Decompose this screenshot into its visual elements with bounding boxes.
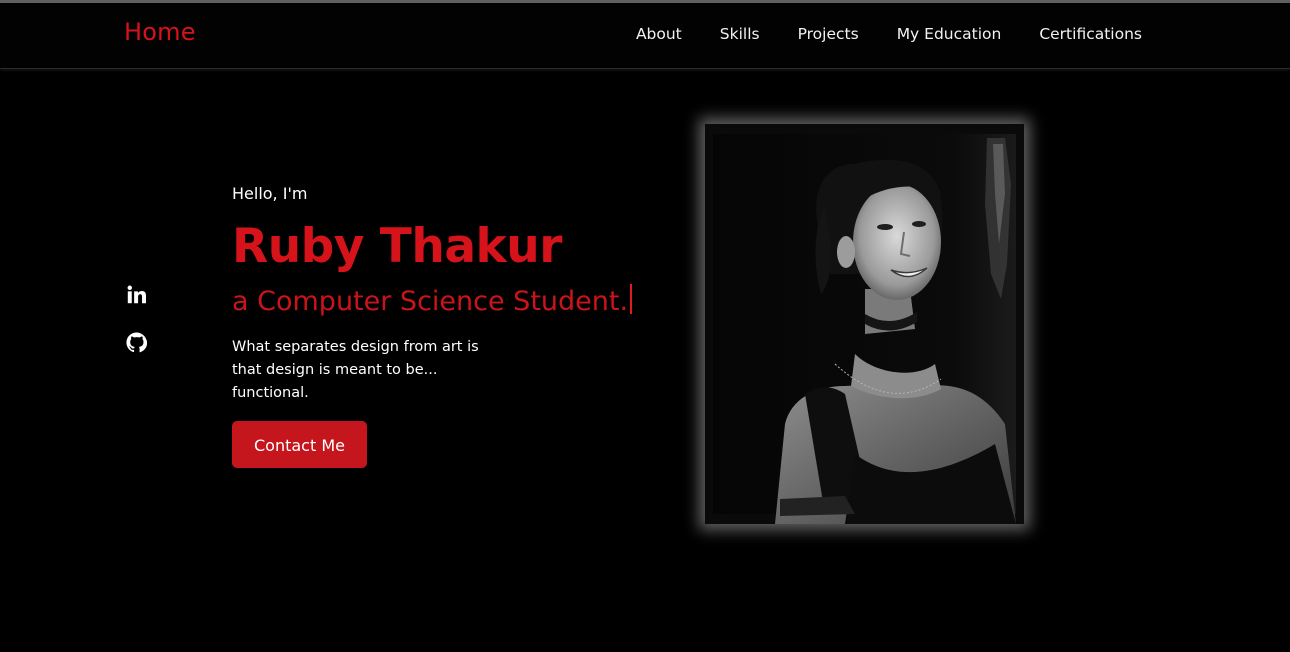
nav-education-link[interactable]: My Education xyxy=(897,25,1002,43)
contact-me-button[interactable]: Contact Me xyxy=(232,421,367,468)
linkedin-link[interactable] xyxy=(125,283,147,305)
github-icon xyxy=(125,331,147,352)
profile-photo xyxy=(705,124,1024,524)
linkedin-icon xyxy=(127,285,146,303)
nav-skills-link[interactable]: Skills xyxy=(720,25,760,43)
nav-links: About Skills Projects My Education Certi… xyxy=(598,25,1142,43)
home-link[interactable]: Home xyxy=(124,18,196,46)
hero-name: Ruby Thakur xyxy=(232,219,562,274)
hero-role-text: a Computer Science Student. xyxy=(232,286,629,317)
typing-cursor xyxy=(630,284,633,314)
profile-photo-image xyxy=(705,124,1024,524)
nav-certifications-link[interactable]: Certifications xyxy=(1039,25,1142,43)
nav-about-link[interactable]: About xyxy=(636,25,682,43)
hero-section: Hello, I'm Ruby Thakur a Computer Scienc… xyxy=(232,184,692,468)
navbar: Home About Skills Projects My Education … xyxy=(0,3,1290,69)
greeting-text: Hello, I'm xyxy=(232,184,308,203)
github-link[interactable] xyxy=(125,331,147,353)
hero-role: a Computer Science Student. xyxy=(232,284,692,320)
portfolio-page: Home About Skills Projects My Education … xyxy=(0,0,1290,652)
hero-tagline: What separates design from art is that d… xyxy=(232,339,479,401)
nav-projects-link[interactable]: Projects xyxy=(798,25,859,43)
